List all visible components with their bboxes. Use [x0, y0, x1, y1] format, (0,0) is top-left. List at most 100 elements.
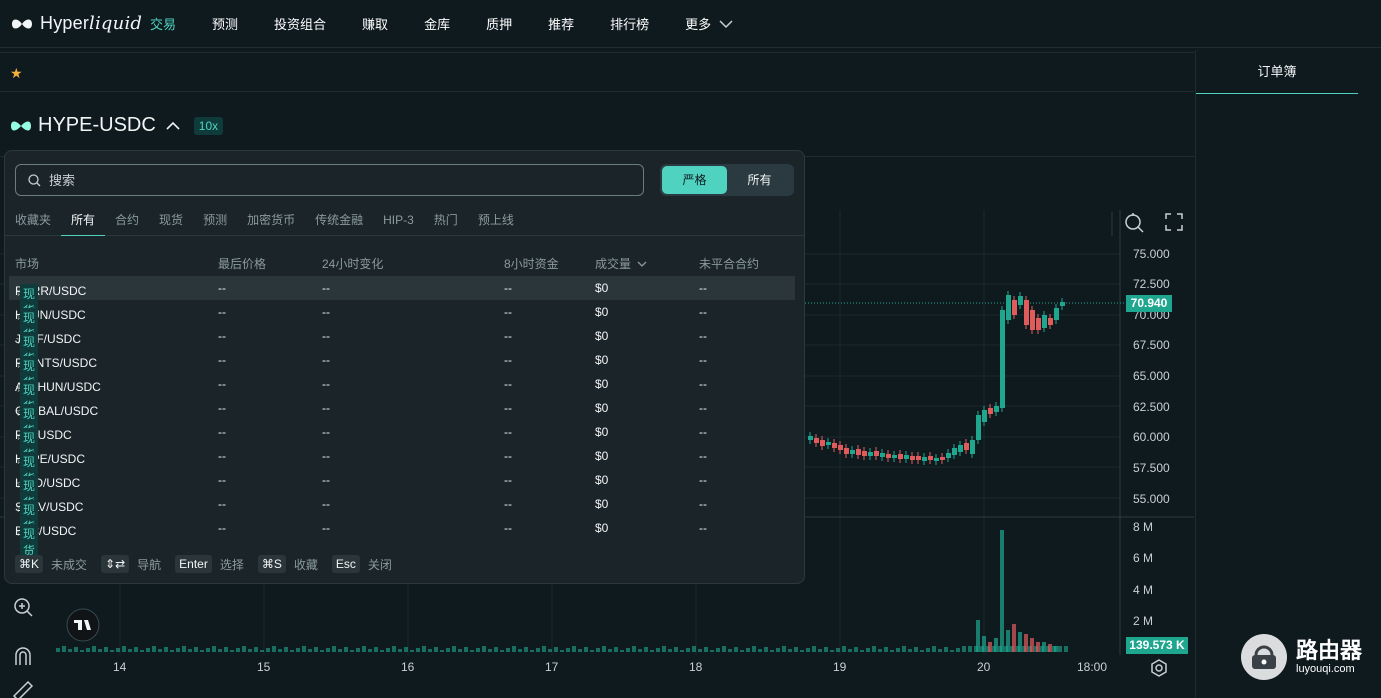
volume-bar [806, 648, 810, 652]
col-last-price[interactable]: 最后价格 [218, 255, 266, 272]
table-row[interactable]: ☆HYPE/USDC现货------$0-- [9, 444, 795, 488]
pair-name[interactable]: HYPE-USDC [38, 114, 156, 137]
change-cell: -- [322, 521, 330, 535]
nav-portfolio[interactable]: 投资组合 [274, 14, 326, 33]
col-market[interactable]: 市场 [15, 255, 39, 272]
shortcut-label: 未成交 [51, 557, 88, 572]
nav-vaults[interactable]: 金库 [424, 14, 450, 33]
tab-prelaunch[interactable]: 预上线 [468, 211, 524, 236]
col-volume[interactable]: 成交量 [595, 255, 647, 272]
table-row[interactable]: ☆HFUN/USDC现货------$0-- [9, 300, 795, 344]
table-row[interactable]: ☆POINTS/USDC现货------$0-- [9, 348, 795, 392]
volume-bar [686, 648, 690, 652]
volume-bar [188, 649, 192, 652]
toggle-all[interactable]: 所有 [727, 166, 792, 194]
volume-cell: $0 [595, 521, 609, 535]
tab-favorites[interactable]: 收藏夹 [5, 211, 61, 236]
col-8h-funding[interactable]: 8小时资金 [504, 255, 559, 272]
right-panel: 订单簿 [1195, 50, 1381, 698]
table-row[interactable]: ☆BTC/USDC现货------$0-- [9, 516, 795, 560]
tradingview-logo-icon[interactable] [66, 608, 100, 642]
candle-body [1018, 296, 1023, 305]
last-price-cell: -- [218, 377, 226, 391]
last-price-cell: -- [218, 497, 226, 511]
table-row[interactable]: ☆JEFF/USDC现货------$0-- [9, 324, 795, 368]
price-tick: 60.000 [1133, 430, 1170, 444]
nav-more[interactable]: 更多 [685, 14, 733, 33]
tab-all[interactable]: 所有 [61, 211, 106, 236]
table-row[interactable]: ☆SOLV/USDC现货------$0-- [9, 492, 795, 536]
table-row[interactable]: ☆LIQD/USDC现货------$0-- [9, 468, 795, 512]
volume-bar [152, 646, 156, 652]
time-tick: 15 [257, 660, 271, 674]
volume-bar [104, 647, 108, 652]
volume-bar [896, 648, 900, 652]
volume-bar [830, 650, 834, 652]
pair-header: HYPE-USDC 10x [0, 95, 1194, 157]
volume-bar [158, 649, 162, 652]
tab-perps[interactable]: 合约 [105, 211, 149, 236]
tab-orderbook[interactable]: 订单簿 [1196, 50, 1358, 94]
tab-trending[interactable]: 热门 [424, 211, 468, 236]
open-interest-cell: -- [699, 401, 707, 415]
candle-body [946, 453, 951, 458]
col-24h-change[interactable]: 24小时变化 [322, 255, 383, 272]
last-price-cell: -- [218, 521, 226, 535]
table-row[interactable]: ☆PIP/USDC现货------$0-- [9, 420, 795, 464]
chevron-up-icon[interactable] [166, 121, 180, 131]
leverage-badge[interactable]: 10x [193, 116, 224, 135]
logo[interactable]: Hyperliquid [10, 13, 150, 34]
volume-bar [866, 648, 870, 652]
table-row[interactable]: ☆PURR/USDC现货------$0-- [9, 276, 795, 320]
tab-spot[interactable]: 现货 [149, 211, 193, 236]
volume-bar [914, 647, 918, 652]
fullscreen-icon[interactable] [1165, 213, 1183, 231]
magnet-icon[interactable] [12, 645, 34, 667]
toggle-strict[interactable]: 严格 [662, 166, 727, 194]
tab-hip3[interactable]: HIP-3 [373, 211, 424, 236]
favorites-bar: ★ [0, 52, 1194, 92]
tab-tradfi[interactable]: 传统金融 [305, 211, 373, 236]
table-row[interactable]: ☆ATEHUN/USDC现货------$0-- [9, 372, 795, 416]
watermark-title: 路由器 [1296, 638, 1363, 663]
search-field[interactable] [15, 164, 644, 196]
volume-bar-tall [976, 620, 980, 652]
volume-bar [272, 646, 276, 652]
volume-bar [212, 646, 216, 652]
volume-bar [110, 650, 114, 652]
col-open-interest[interactable]: 未平合合约 [699, 255, 759, 272]
chevron-down-icon [719, 19, 733, 28]
volume-tick: 2 M [1133, 614, 1154, 628]
nav-earn[interactable]: 赚取 [362, 14, 388, 33]
tab-crypto[interactable]: 加密货币 [237, 211, 305, 236]
volume-bar [248, 649, 252, 652]
funding-cell: -- [504, 521, 512, 535]
volume-bar [524, 647, 528, 652]
search-icon [28, 173, 41, 186]
indicator-search-icon[interactable] [1124, 212, 1146, 234]
volume-bar [1058, 646, 1062, 652]
watermark: 路由器 luyouqi.com [1240, 633, 1362, 681]
pencil-icon[interactable] [12, 680, 34, 698]
settings-icon[interactable] [1150, 659, 1168, 677]
nav-referrals[interactable]: 推荐 [548, 14, 574, 33]
candle-body [892, 455, 897, 458]
volume-bar [368, 649, 372, 652]
volume-bar [788, 649, 792, 652]
funding-cell: -- [504, 377, 512, 391]
star-filled-icon[interactable]: ★ [10, 65, 23, 82]
candle-body [1036, 318, 1041, 330]
table-row[interactable]: ☆CATBAL/USDC现货------$0-- [9, 396, 795, 440]
nav-leaderboard[interactable]: 排行榜 [610, 14, 649, 33]
volume-bar [854, 647, 858, 652]
price-tick: 72.500 [1133, 277, 1170, 291]
nav-trade[interactable]: 交易 [150, 14, 176, 33]
nav-staking[interactable]: 质押 [486, 14, 512, 33]
candle-body [1006, 295, 1011, 320]
search-input[interactable] [49, 172, 609, 188]
candle-body [1030, 310, 1035, 330]
zoom-in-icon[interactable] [12, 596, 34, 618]
volume-bar [452, 646, 456, 652]
tab-predict[interactable]: 预测 [193, 211, 237, 236]
nav-predict[interactable]: 预测 [212, 14, 238, 33]
